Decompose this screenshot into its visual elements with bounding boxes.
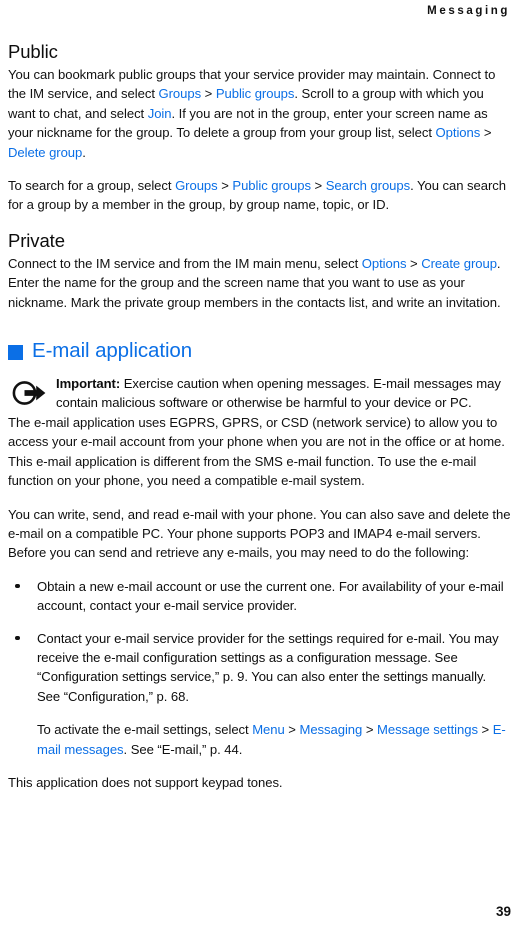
document-page: Messaging Public You can bookmark public…	[0, 0, 519, 925]
email-requirements-list: Obtain a new e-mail account or use the c…	[8, 577, 511, 706]
list-item: Contact your e-mail service provider for…	[8, 629, 511, 707]
inline-emphasis: Important:	[56, 376, 121, 392]
inline-text: This application does not support keypad…	[8, 774, 283, 790]
paragraph-email-1: The e-mail application uses EGPRS, GPRS,…	[8, 413, 511, 491]
inline-text: Obtain a new e-mail account or use the c…	[37, 578, 504, 614]
inline-ui-reference: Groups	[175, 178, 218, 194]
inline-ui-reference: Join	[147, 105, 172, 121]
list-item: Obtain a new e-mail account or use the c…	[8, 577, 511, 616]
heading-public: Public	[8, 41, 58, 62]
list-item-text: Contact your e-mail service provider for…	[37, 631, 499, 704]
section-private: Private Connect to the IM service and fr…	[8, 229, 511, 312]
important-note-text: Important: Exercise caution when opening…	[56, 374, 511, 413]
bullet-dot-icon	[15, 635, 20, 641]
inline-text: To activate the e-mail settings, select	[37, 722, 253, 738]
inline-text: >	[217, 178, 233, 194]
inline-text: >	[480, 125, 492, 141]
page-number: 39	[495, 904, 511, 919]
inline-text: >	[284, 722, 300, 738]
paragraph-keypad-tones: This application does not support keypad…	[8, 773, 511, 792]
inline-text: >	[201, 86, 216, 102]
section-heading-label: E-mail application	[32, 339, 192, 363]
paragraph-public-1: You can bookmark public groups that your…	[8, 65, 511, 162]
inline-ui-reference: Create group	[421, 255, 497, 271]
section-public: Public You can bookmark public groups th…	[8, 40, 511, 215]
list-item-text: Obtain a new e-mail account or use the c…	[37, 579, 504, 613]
inline-ui-reference: Options	[435, 125, 481, 141]
inline-text: The e-mail application uses EGPRS, GPRS,…	[8, 414, 505, 489]
running-header: Messaging	[427, 5, 510, 17]
paragraph-private-1: Connect to the IM service and from the I…	[8, 254, 511, 312]
inline-text: .	[82, 144, 86, 160]
paragraph-activate-settings: To activate the e-mail settings, select …	[8, 720, 511, 759]
important-note: Important: Exercise caution when opening…	[8, 374, 511, 413]
inline-text: >	[406, 255, 422, 271]
important-note-icon	[8, 374, 56, 412]
section-heading-email-application: E-mail application	[8, 338, 511, 364]
inline-ui-reference: Public groups	[232, 178, 311, 194]
inline-ui-reference: Delete group	[8, 144, 83, 160]
paragraph-public-2: To search for a group, select Groups > P…	[8, 176, 511, 215]
paragraph-email-2: You can write, send, and read e-mail wit…	[8, 505, 511, 563]
inline-ui-reference: Messaging	[299, 722, 363, 738]
inline-ui-reference: Message settings	[377, 722, 478, 738]
inline-text: >	[362, 722, 377, 738]
inline-text: To search for a group, select	[8, 178, 176, 194]
inline-ui-reference: Groups	[158, 86, 202, 102]
inline-ui-reference: Public groups	[215, 86, 295, 102]
inline-ui-reference: Options	[361, 255, 407, 271]
inline-text: . See “E-mail,” p. 44.	[123, 741, 243, 757]
blue-square-bullet-icon	[8, 344, 23, 360]
inline-text: Exercise caution when opening messages. …	[56, 376, 501, 411]
inline-text: Contact your e-mail service provider for…	[37, 630, 499, 704]
heading-private: Private	[8, 229, 65, 251]
bullet-dot-icon	[15, 583, 20, 589]
inline-ui-reference: Search groups	[325, 178, 411, 194]
inline-text: You can write, send, and read e-mail wit…	[8, 506, 511, 561]
inline-text: >	[310, 178, 326, 194]
inline-text: >	[477, 722, 493, 738]
inline-ui-reference: Menu	[252, 722, 285, 738]
inline-text: Connect to the IM service and from the I…	[8, 255, 362, 271]
